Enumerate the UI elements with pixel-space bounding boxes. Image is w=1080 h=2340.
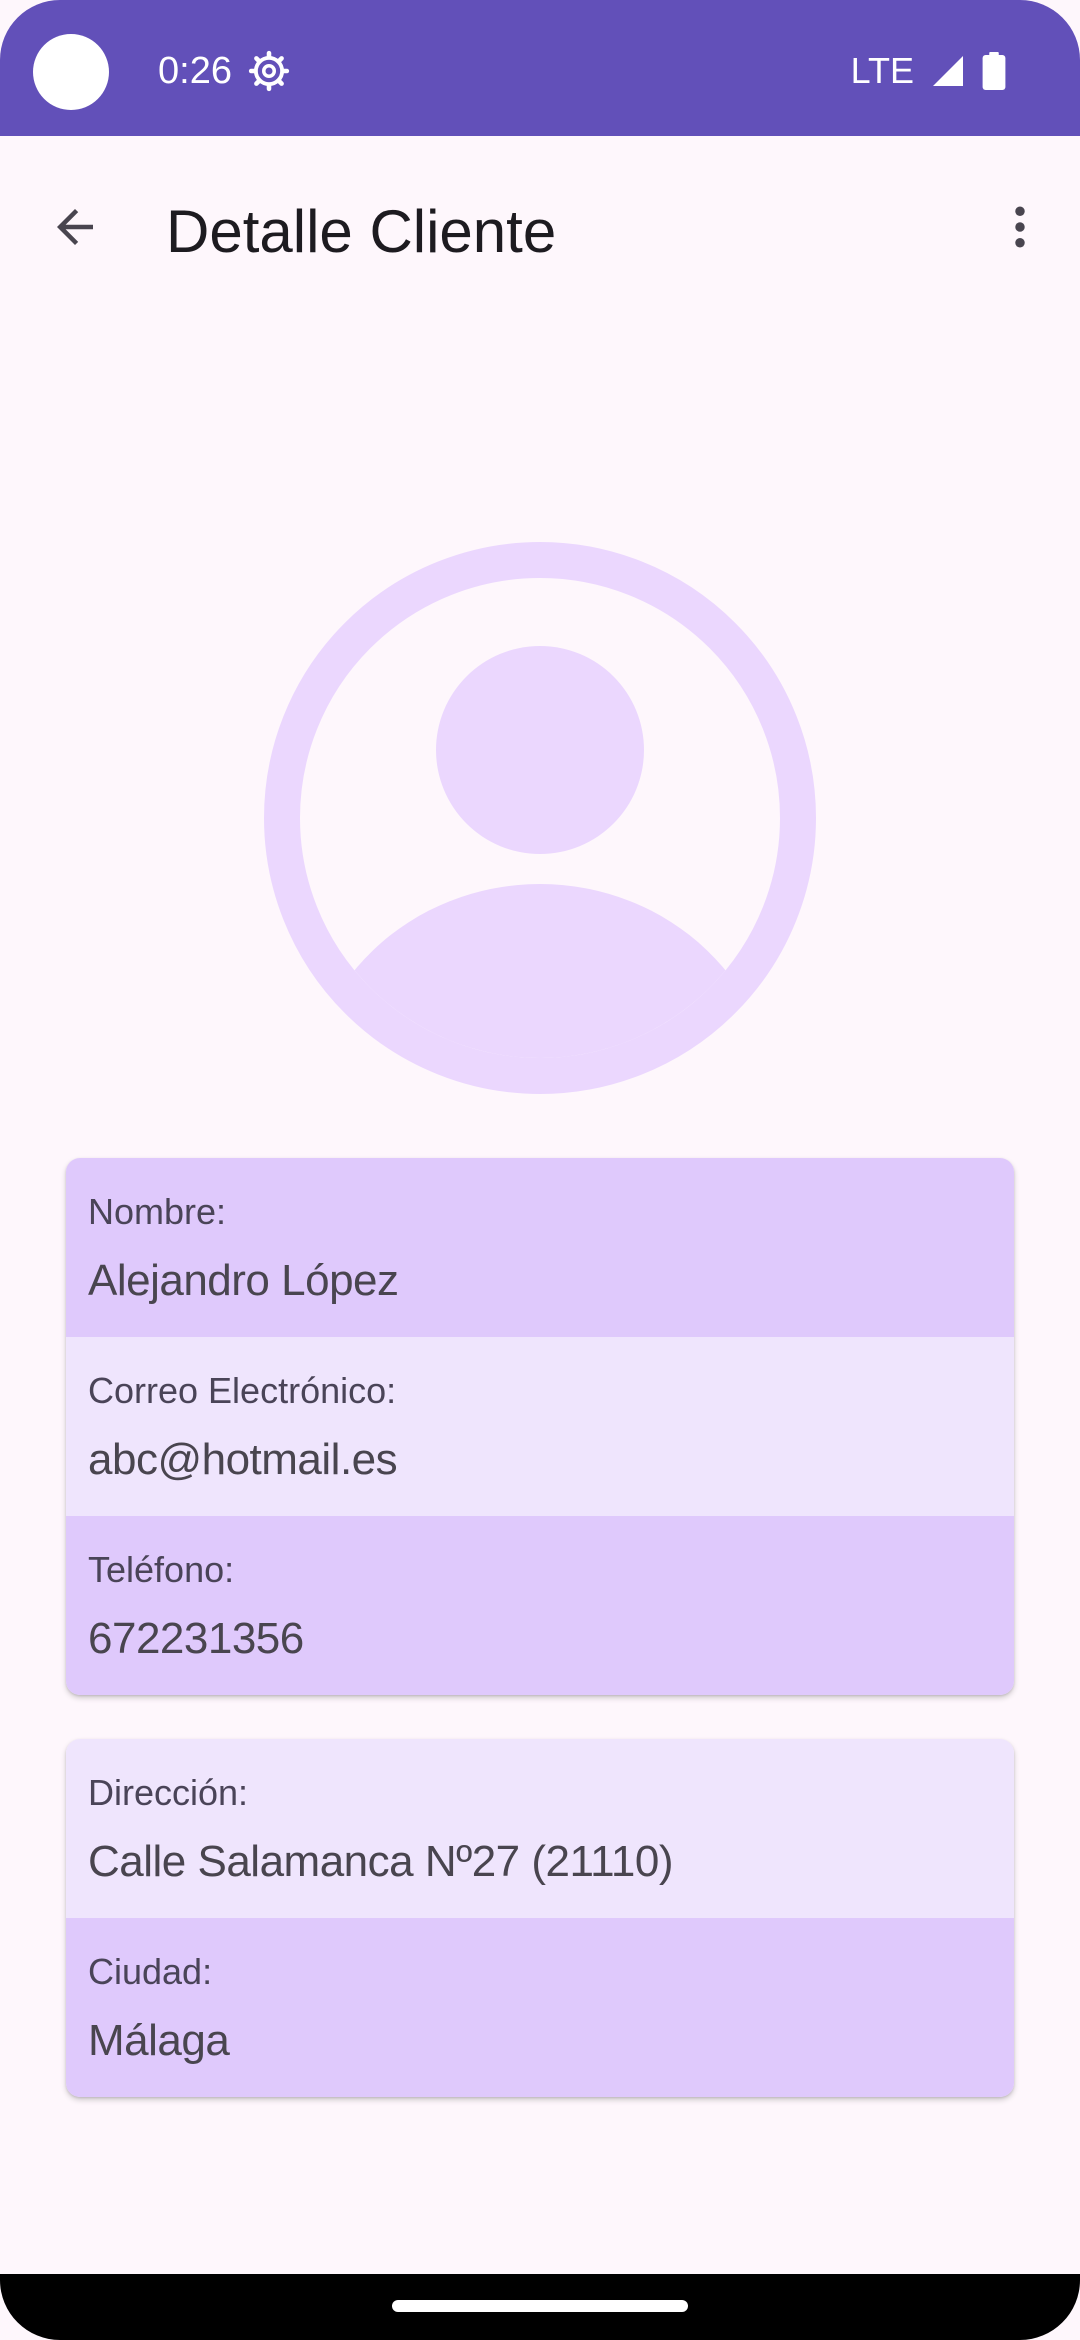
battery-icon <box>982 52 1006 90</box>
status-bar: 0:26 LTE <box>0 0 1080 136</box>
field-label: Correo Electrónico: <box>88 1370 397 1411</box>
network-type: LTE <box>850 50 914 91</box>
back-arrow-icon <box>57 209 93 245</box>
field-value: Calle Salamanca Nº27 (21110) <box>88 1837 673 1886</box>
camera-dot <box>33 34 109 110</box>
status-right-group: LTE <box>851 46 1006 96</box>
field-value: Málaga <box>88 2016 230 2065</box>
gear-icon <box>248 50 290 92</box>
page-title: Detalle Cliente <box>166 198 557 265</box>
field-row-name: Nombre: Alejandro López <box>66 1158 1014 1337</box>
field-label: Teléfono: <box>88 1549 235 1590</box>
home-handle[interactable] <box>392 2300 688 2312</box>
status-time: 0:26 <box>158 50 232 92</box>
top-app-bar: Detalle Cliente <box>0 136 1080 316</box>
more-vert-icon <box>1015 206 1025 248</box>
field-row-phone: Teléfono: 672231356 <box>66 1516 1014 1695</box>
field-label: Ciudad: <box>88 1951 213 1992</box>
client-info-card: Nombre: Alejandro López Correo Electróni… <box>66 1158 1014 1695</box>
field-row-email: Correo Electrónico: abc@hotmail.es <box>66 1337 1014 1516</box>
address-info-card: Dirección: Calle Salamanca Nº27 (21110) … <box>66 1739 1014 2097</box>
field-value: Alejandro López <box>88 1256 399 1305</box>
signal-icon <box>933 56 963 86</box>
field-value: 672231356 <box>88 1614 304 1663</box>
field-row-city: Ciudad: Málaga <box>66 1918 1014 2097</box>
field-label: Dirección: <box>88 1772 249 1813</box>
field-value: abc@hotmail.es <box>88 1435 398 1484</box>
field-row-address: Dirección: Calle Salamanca Nº27 (21110) <box>66 1739 1014 1918</box>
more-options-button[interactable] <box>980 182 1060 272</box>
back-button[interactable] <box>30 182 120 272</box>
account-circle-icon <box>264 542 816 1094</box>
field-label: Nombre: <box>88 1191 227 1232</box>
